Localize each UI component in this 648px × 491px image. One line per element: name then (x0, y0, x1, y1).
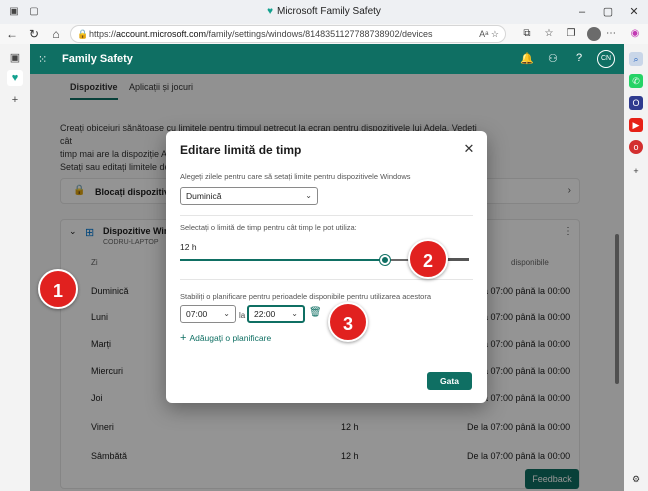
slider-thumb[interactable] (380, 255, 391, 265)
user-avatar[interactable]: CN (597, 50, 615, 68)
url-input[interactable]: 🔒 https://account.microsoft.com/family/s… (70, 25, 506, 43)
new-tab-icon[interactable]: + (7, 92, 23, 108)
schedule-label: Stabiliți o planificare pentru perioadel… (180, 292, 431, 301)
chevron-down-icon: ⌄ (291, 309, 298, 318)
profile-avatar[interactable] (587, 27, 601, 41)
add-schedule-link[interactable]: + Adăugați o planificare (180, 332, 271, 344)
vertical-tabs: ▣ ♥ + (0, 44, 30, 491)
divider (180, 279, 473, 280)
between-label: la (239, 311, 246, 320)
maximize-button[interactable]: ▢ (597, 3, 619, 21)
limit-label: Selectați o limită de timp pentru cât ti… (180, 223, 357, 232)
refresh-icon[interactable]: ↻ (26, 26, 42, 42)
from-time-select[interactable]: 07:00 ⌄ (180, 305, 236, 323)
lock-icon: 🔒 (77, 29, 89, 39)
read-aloud-favorite-icons[interactable]: Aᵃ ☆ (479, 26, 499, 42)
limit-value: 12 h (180, 242, 197, 252)
copilot-icon[interactable]: ◉ (628, 27, 642, 41)
outlook-icon[interactable]: O (629, 96, 643, 110)
chevron-down-icon: ⌄ (305, 191, 312, 200)
family-safety-tab-icon[interactable]: ♥ (7, 70, 23, 86)
search-icon[interactable]: ⌕ (629, 52, 643, 66)
youtube-icon[interactable]: ▶ (629, 118, 643, 132)
notifications-icon[interactable]: 🔔 (520, 52, 534, 65)
more-menu-icon[interactable]: ⋯ (604, 27, 618, 41)
day-select[interactable]: Duminică ⌄ (180, 187, 318, 205)
sidebar-settings-icon[interactable]: ⚙ (629, 472, 643, 486)
home-icon[interactable]: ⌂ (48, 26, 64, 42)
family-safety-heart-icon: ♥ (267, 6, 273, 17)
right-sidebar: ⌕ ✆ O ▶ o + ⚙ (624, 44, 648, 491)
tab-actions-icon[interactable]: ▣ (7, 50, 23, 66)
callout-badge-3: 3 (328, 302, 368, 342)
app-header: ⁙ Family Safety 🔔 ⚇ ? CN (30, 44, 624, 74)
divider (180, 215, 473, 216)
family-members-icon[interactable]: ⚇ (548, 52, 558, 65)
back-icon[interactable]: ← (4, 26, 20, 42)
delete-schedule-icon[interactable]: 🗑 (309, 307, 322, 318)
minimize-button[interactable]: – (571, 3, 593, 21)
opera-icon[interactable]: o (629, 140, 643, 154)
app-name: Family Safety (62, 53, 133, 65)
close-icon[interactable]: ✕ (461, 141, 477, 157)
callout-badge-1: 1 (38, 269, 78, 309)
collections-icon[interactable]: ❐ (564, 27, 578, 41)
favorites-icon[interactable]: ☆ (542, 27, 556, 41)
done-button[interactable]: Gata (427, 372, 472, 390)
address-toolbar: ← ↻ ⌂ 🔒 https://account.microsoft.com/fa… (0, 24, 648, 44)
close-window-button[interactable]: ✕ (623, 3, 645, 21)
callout-badge-2: 2 (408, 239, 448, 279)
title-bar: ▣ ▢ ♥ Microsoft Family Safety – ▢ ✕ (0, 0, 648, 24)
extension-icon[interactable]: ⧉ (520, 27, 534, 41)
to-time-select[interactable]: 22:00 ⌄ (247, 305, 305, 323)
window-title: Microsoft Family Safety (277, 6, 381, 17)
add-sidebar-icon[interactable]: + (629, 164, 643, 178)
slider-fill (180, 259, 386, 261)
chevron-down-icon: ⌄ (223, 309, 230, 318)
days-label: Alegeți zilele pentru care să setați lim… (180, 172, 411, 181)
dialog-title: Editare limită de timp (180, 143, 302, 157)
app-launcher-icon[interactable]: ⁙ (38, 53, 47, 66)
plus-icon: + (180, 332, 187, 344)
help-icon[interactable]: ? (576, 52, 582, 64)
whatsapp-icon[interactable]: ✆ (629, 74, 643, 88)
